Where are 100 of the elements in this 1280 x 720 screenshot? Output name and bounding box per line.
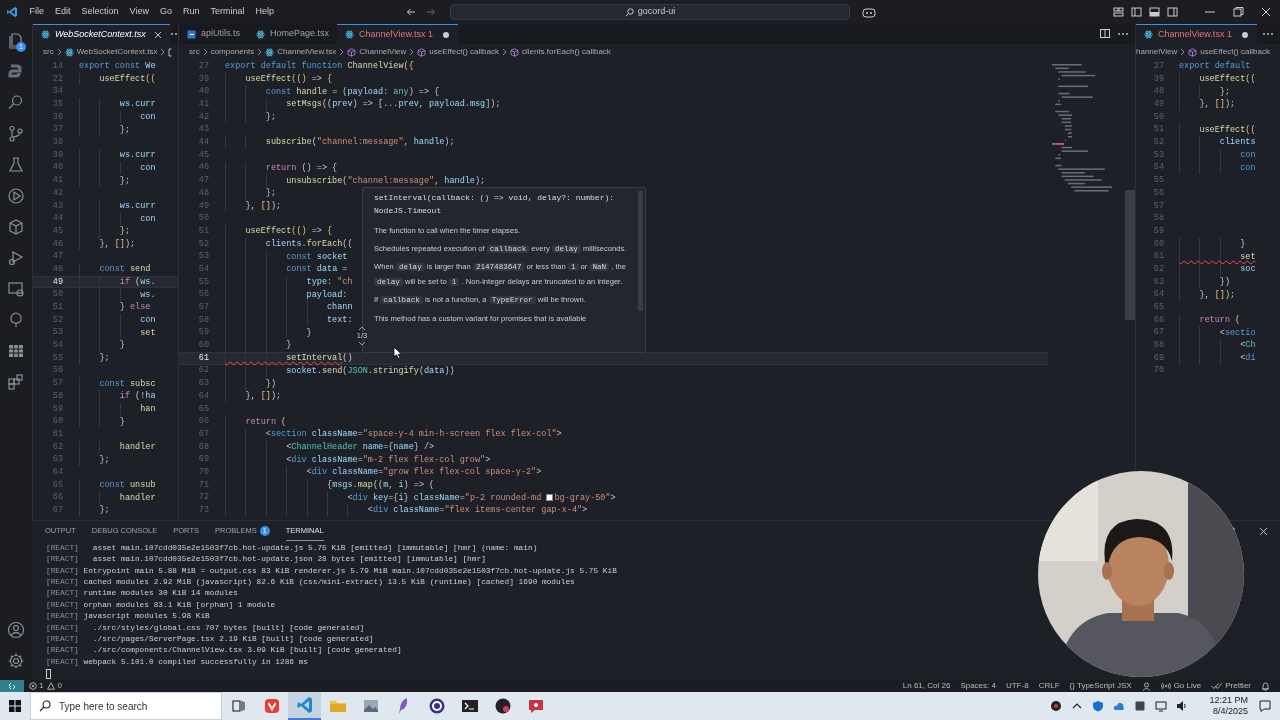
chevron-right-icon [202, 48, 208, 56]
status-item[interactable]: {} TypeScript JSX [1069, 680, 1132, 692]
line-number: 49 [51, 275, 63, 289]
code-line: {msgs.map((m, i) => ( [326, 479, 435, 492]
chevron-right-icon [501, 48, 507, 56]
explorer-icon[interactable] [7, 32, 25, 50]
back-arrow-icon[interactable] [406, 7, 416, 17]
notification-icon[interactable] [1258, 699, 1272, 713]
breadcrumb-item[interactable]: ChannelView [359, 46, 407, 58]
breadcrumb-item[interactable]: useEffect() callback [429, 46, 499, 58]
search-bar[interactable]: gocord-ui [450, 4, 850, 20]
status-item[interactable]: CRLF [1038, 680, 1060, 692]
search-icon [39, 700, 51, 712]
code-line: if (!ha [118, 390, 156, 403]
clock[interactable]: 12:21 PM 8/4/2025 [1209, 695, 1248, 717]
menu-item[interactable]: Help [249, 3, 280, 21]
menu-item[interactable]: Run [177, 3, 205, 21]
breadcrumb-item[interactable]: WebSocketContext.tsx [76, 46, 158, 58]
account-icon[interactable] [7, 621, 25, 639]
double-check-icon [1211, 682, 1223, 690]
secondary-sidebar-icon[interactable] [1167, 7, 1178, 17]
code-line: useEffect(( [1198, 73, 1256, 86]
menu-item[interactable]: File [24, 3, 50, 21]
breadcrumb-item[interactable]: src [189, 46, 200, 58]
code-line: ws.curr [118, 98, 156, 111]
code-line: con [1239, 161, 1256, 174]
editor-tab[interactable]: ChannelView.tsx 1 [337, 24, 458, 44]
layout-icon[interactable] [1113, 7, 1124, 17]
remote-button[interactable] [0, 680, 24, 692]
scrollbar-thumb[interactable] [638, 191, 643, 311]
react-icon [265, 47, 275, 57]
breadcrumb-item[interactable]: ChannelView.tsx [277, 46, 337, 58]
editor-tab[interactable]: WebSocketContext.tsx [33, 24, 170, 44]
run-debug-icon[interactable] [7, 249, 25, 267]
line-number: 35 [51, 98, 63, 111]
line-number: 50 [197, 212, 209, 225]
monitor-icon[interactable] [7, 280, 25, 298]
code-line: }; [98, 453, 110, 466]
speaker-icon[interactable] [1176, 700, 1189, 712]
breadcrumb-item[interactable]: clients.forEach() callback [521, 46, 611, 58]
menu-item[interactable]: Edit [49, 3, 77, 21]
chevron-right-icon [409, 48, 415, 56]
close-icon[interactable] [153, 30, 162, 39]
grid-icon[interactable] [7, 342, 25, 360]
flask-icon[interactable] [7, 156, 25, 174]
menu-item[interactable]: Selection [76, 3, 125, 21]
breadcrumb-item[interactable]: useEffect() callback [1200, 46, 1270, 58]
menu-item[interactable]: Go [154, 3, 178, 21]
code-line: const handle = (payload: any) => { [264, 85, 440, 98]
copilot-icon[interactable] [862, 6, 876, 18]
go-live-button[interactable]: Go Live [1160, 680, 1202, 692]
code-line: useEffect(() => { [244, 225, 333, 238]
code-line: con [139, 212, 156, 225]
source-control-icon[interactable] [7, 125, 25, 143]
code-line: <section className="space-y-4 min-h-screen flex flex-col"> [264, 428, 562, 441]
code-line: con [139, 111, 156, 124]
line-number: 50 [51, 288, 63, 302]
sidebar-toggle-icon[interactable] [1131, 7, 1142, 17]
prettier-button[interactable]: Prettier [1211, 680, 1251, 692]
close-icon[interactable] [1259, 526, 1268, 536]
cloud-icon[interactable] [1113, 700, 1126, 712]
square-icon[interactable] [1134, 700, 1147, 712]
panel-toggle-icon[interactable] [1149, 7, 1160, 17]
code-line: }; [264, 187, 276, 200]
shield-icon[interactable] [1092, 700, 1105, 712]
circle-icon[interactable] [1050, 700, 1063, 712]
code-line: set [139, 326, 156, 339]
breadcrumb-item[interactable]: hannelView [1136, 46, 1178, 58]
code-line: chann [326, 301, 353, 314]
line-number: 54 [51, 339, 63, 352]
status-item[interactable]: Ln 61, Col 26 [902, 680, 951, 692]
code-line: } [305, 326, 312, 339]
network-icon[interactable] [1155, 700, 1168, 712]
chevron-up-icon[interactable] [358, 326, 366, 331]
menu-item[interactable]: View [124, 3, 155, 21]
code-line: }, []); [98, 237, 136, 250]
breadcrumb-item[interactable]: src [43, 46, 54, 58]
search-icon[interactable] [7, 94, 25, 112]
line-number: 44 [51, 212, 63, 225]
settings-icon[interactable] [7, 652, 25, 670]
bracket-icon[interactable] [168, 47, 173, 57]
search-field[interactable]: Type here to search [30, 692, 222, 720]
problems-status[interactable]: 1 0 [29, 680, 62, 692]
extensions-icon[interactable] [7, 373, 25, 391]
scrollbar-thumb[interactable] [1125, 190, 1135, 320]
status-item[interactable]: UTF-8 [1005, 680, 1029, 692]
status-item[interactable]: Spaces: 4 [960, 680, 996, 692]
chevron-down-icon[interactable] [358, 341, 366, 346]
play-circle-icon[interactable] [7, 187, 25, 205]
menu-item[interactable]: Terminal [204, 3, 250, 21]
cube-icon[interactable] [7, 218, 25, 236]
line-number: 72 [197, 491, 209, 505]
bell-icon[interactable] [1261, 681, 1270, 691]
code-line: useEffect(( [1198, 123, 1256, 136]
chevron-right-icon [56, 48, 62, 56]
line-number: 65 [1152, 301, 1164, 314]
react-icon [345, 30, 355, 39]
breadcrumb-item[interactable]: components [210, 46, 255, 58]
react-icon [64, 47, 74, 57]
editor-tab[interactable]: ChannelView.tsx 1 [1136, 24, 1257, 44]
